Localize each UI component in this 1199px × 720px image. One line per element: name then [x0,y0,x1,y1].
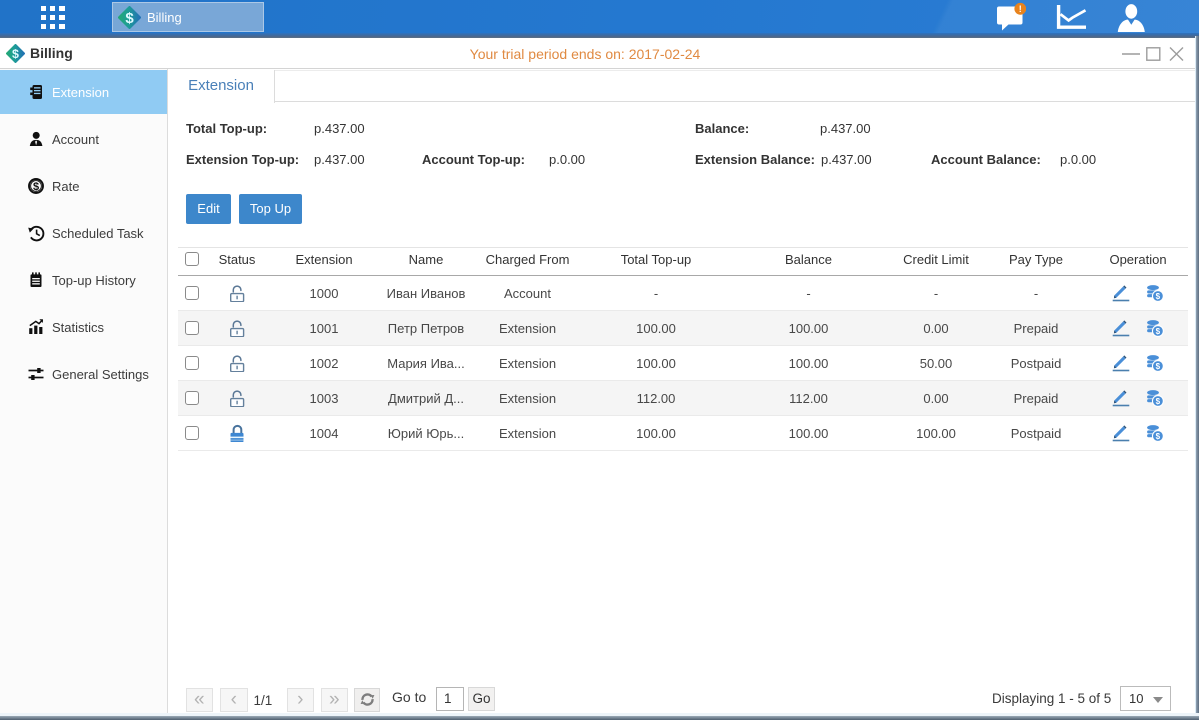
svg-text:$: $ [125,9,134,26]
svg-text:$: $ [1156,397,1161,406]
svg-text:!: ! [1019,4,1022,14]
svg-text:$: $ [1156,362,1161,371]
svg-text:$: $ [33,181,39,193]
svg-text:$: $ [1156,327,1161,336]
svg-text:$: $ [1156,432,1161,441]
svg-text:$: $ [1156,292,1161,301]
